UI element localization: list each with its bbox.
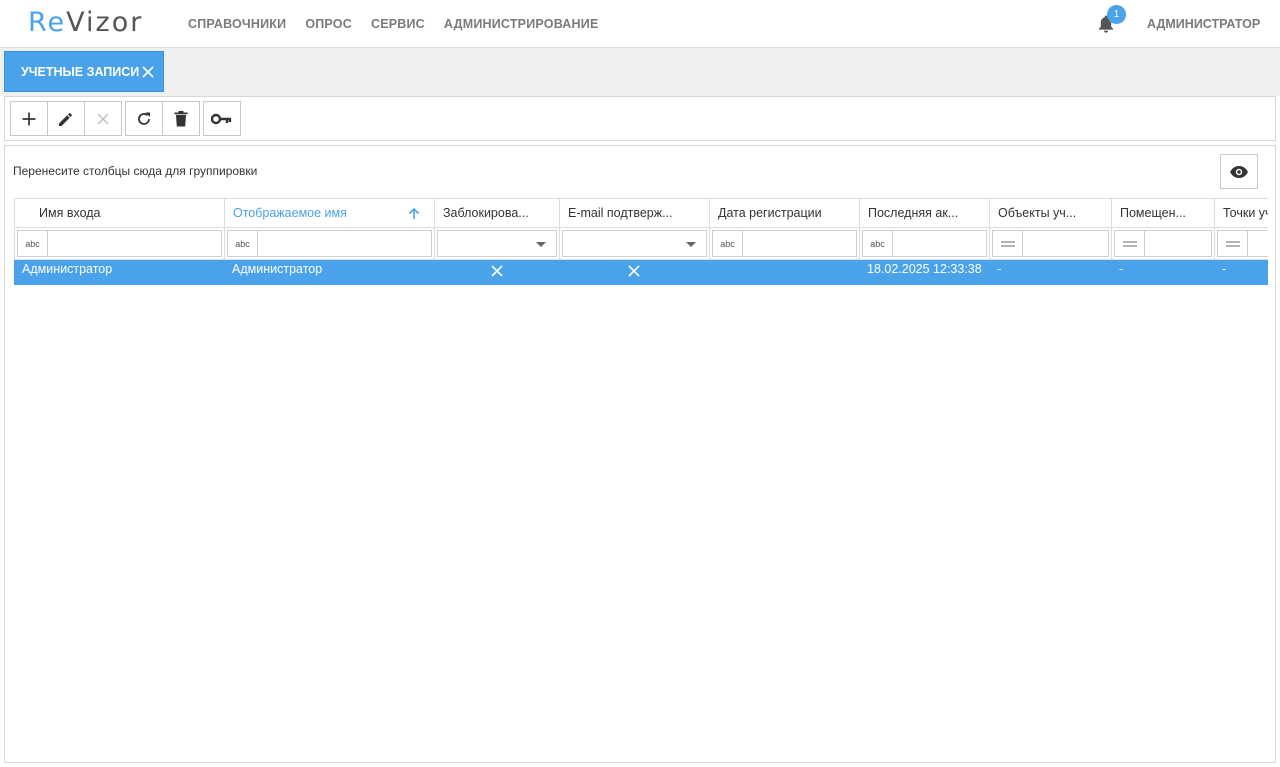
accounts-grid-panel: Перенесите столбцы сюда для группировки … bbox=[4, 145, 1276, 763]
tab-accounts[interactable]: УЧЕТНЫЕ ЗАПИСИ bbox=[4, 51, 164, 92]
cell-metering-points: - bbox=[1222, 262, 1227, 276]
cell-login: Администратор bbox=[22, 262, 113, 276]
cell-email-confirmed bbox=[559, 260, 709, 285]
edit-button[interactable] bbox=[47, 101, 85, 136]
chevron-down-icon bbox=[686, 242, 696, 247]
close-icon[interactable] bbox=[141, 65, 155, 79]
cell-registration-date bbox=[709, 260, 859, 285]
column-chooser-button[interactable] bbox=[1220, 154, 1258, 189]
tab-accounts-label: УЧЕТНЫЕ ЗАПИСИ bbox=[21, 64, 140, 79]
refresh-button[interactable] bbox=[125, 101, 163, 136]
filter-operation-contains-icon[interactable]: abc bbox=[863, 231, 893, 256]
equals-icon bbox=[1000, 240, 1015, 247]
nav-item-administration[interactable]: АДМИНИСТРИРОВАНИЕ bbox=[444, 16, 599, 32]
filter-cell-registration-date: abc bbox=[710, 228, 860, 260]
filter-cell-email-confirmed bbox=[560, 228, 710, 260]
chevron-down-icon bbox=[536, 242, 546, 247]
eye-icon bbox=[1230, 165, 1248, 178]
cross-icon bbox=[490, 265, 503, 277]
column-header-last-activity[interactable]: Последняя ак... bbox=[859, 198, 989, 228]
column-header-accounting-objects[interactable]: Объекты уч... bbox=[989, 198, 1111, 228]
filter-input-registration-date[interactable] bbox=[744, 231, 856, 256]
filter-input-display-name[interactable] bbox=[259, 231, 431, 256]
plus-icon bbox=[22, 112, 36, 125]
notification-badge[interactable]: 1 bbox=[1107, 5, 1126, 24]
filter-cell-metering-points bbox=[1215, 228, 1268, 260]
change-password-button[interactable] bbox=[203, 101, 241, 136]
filter-cell-blocked bbox=[435, 228, 560, 260]
nav-item-directories[interactable]: СПРАВОЧНИКИ bbox=[188, 16, 286, 32]
filter-box-display-name: abc bbox=[227, 230, 432, 257]
filter-box-last-activity: abc bbox=[862, 230, 987, 257]
column-header-display-name[interactable]: Отображаемое имя bbox=[224, 198, 434, 228]
main-nav: СПРАВОЧНИКИ ОПРОС СЕРВИС АДМИНИСТРИРОВАН… bbox=[188, 16, 598, 32]
filter-cell-rooms bbox=[1112, 228, 1215, 260]
filter-operation-equals-icon[interactable] bbox=[1218, 231, 1248, 256]
filter-operation-equals-icon[interactable] bbox=[1115, 231, 1145, 256]
filter-operation-contains-icon[interactable]: abc bbox=[228, 231, 258, 256]
cell-accounting-objects: - bbox=[997, 262, 1002, 276]
filter-cell-last-activity: abc bbox=[860, 228, 990, 260]
filter-input-login[interactable] bbox=[49, 231, 221, 256]
tab-strip: УЧЕТНЫЕ ЗАПИСИ bbox=[0, 48, 1280, 96]
filter-select-email-confirmed[interactable] bbox=[562, 230, 707, 257]
filter-cell-login: abc bbox=[15, 228, 225, 260]
column-header-blocked[interactable]: Заблокирова... bbox=[434, 198, 559, 228]
cell-display-name: Администратор bbox=[232, 262, 323, 276]
filter-cell-accounting-objects bbox=[990, 228, 1112, 260]
filter-input-last-activity[interactable] bbox=[894, 231, 986, 256]
filter-box-registration-date: abc bbox=[712, 230, 857, 257]
accounts-grid: Имя входа Отображаемое имя Заблокирова..… bbox=[14, 198, 1268, 286]
cell-rooms: - bbox=[1119, 262, 1124, 276]
trash-icon bbox=[174, 110, 188, 126]
cancel-button[interactable] bbox=[84, 101, 122, 136]
equals-icon bbox=[1225, 240, 1240, 247]
add-button[interactable] bbox=[10, 101, 48, 136]
filter-operation-contains-icon[interactable]: abc bbox=[18, 231, 48, 256]
column-header-email-confirmed[interactable]: E-mail подтверж... bbox=[559, 198, 709, 228]
table-row[interactable]: Администратор Администратор 18.02.2025 1… bbox=[14, 260, 1268, 285]
filter-box-login: abc bbox=[17, 230, 222, 257]
key-icon bbox=[211, 113, 232, 124]
nav-item-survey[interactable]: ОПРОС bbox=[305, 16, 352, 32]
column-header-registration-date[interactable]: Дата регистрации bbox=[709, 198, 859, 228]
filter-box-rooms bbox=[1114, 230, 1212, 257]
grid-filter-row: abc abc abc abc bbox=[14, 228, 1268, 260]
filter-operation-equals-icon[interactable] bbox=[993, 231, 1023, 256]
filter-input-rooms[interactable] bbox=[1146, 231, 1211, 256]
pencil-icon bbox=[59, 112, 72, 126]
filter-cell-display-name: abc bbox=[225, 228, 435, 260]
refresh-icon bbox=[138, 112, 150, 125]
app-logo[interactable]: ReVizor bbox=[28, 8, 143, 38]
column-header-display-name-label: Отображаемое имя bbox=[233, 206, 347, 220]
cell-last-activity: 18.02.2025 12:33:38 bbox=[867, 262, 982, 276]
filter-operation-contains-icon[interactable]: abc bbox=[713, 231, 743, 256]
delete-button[interactable] bbox=[162, 101, 200, 136]
filter-input-metering-points[interactable] bbox=[1249, 231, 1268, 256]
column-header-login[interactable]: Имя входа bbox=[14, 198, 224, 228]
group-panel-hint[interactable]: Перенесите столбцы сюда для группировки bbox=[13, 164, 257, 178]
column-header-rooms[interactable]: Помещен... bbox=[1111, 198, 1214, 228]
user-menu[interactable]: АДМИНИСТРАТОР bbox=[1147, 16, 1260, 32]
grid-header-row: Имя входа Отображаемое имя Заблокирова..… bbox=[14, 198, 1268, 228]
column-header-metering-points[interactable]: Точки уч bbox=[1214, 198, 1268, 228]
filter-input-accounting-objects[interactable] bbox=[1024, 231, 1108, 256]
equals-icon bbox=[1122, 240, 1137, 247]
cross-icon bbox=[628, 265, 640, 277]
cell-blocked bbox=[434, 260, 559, 285]
app-header: ReVizor СПРАВОЧНИКИ ОПРОС СЕРВИС АДМИНИС… bbox=[0, 0, 1280, 48]
filter-select-blocked[interactable] bbox=[437, 230, 557, 257]
close-icon bbox=[97, 113, 109, 124]
nav-item-service[interactable]: СЕРВИС bbox=[371, 16, 425, 32]
toolbar bbox=[4, 96, 1276, 141]
sort-ascending-icon bbox=[408, 207, 420, 219]
filter-box-metering-points bbox=[1217, 230, 1268, 257]
filter-box-accounting-objects bbox=[992, 230, 1109, 257]
